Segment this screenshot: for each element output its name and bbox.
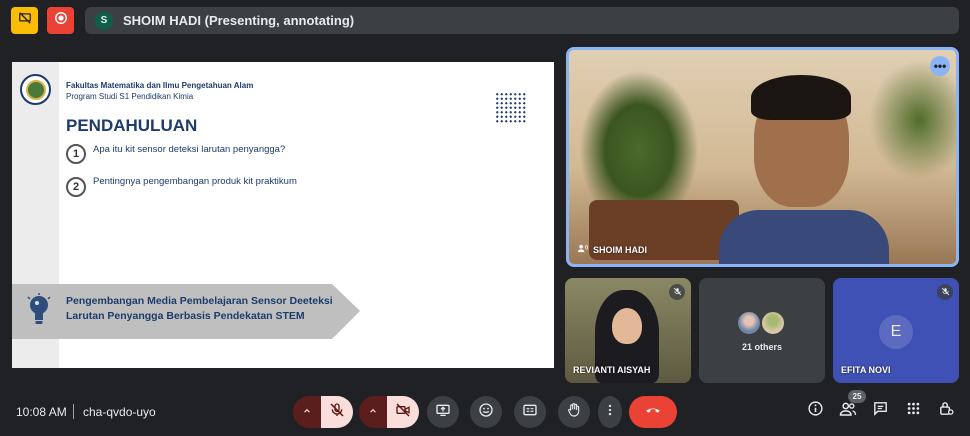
present-screen-button[interactable]	[427, 396, 459, 428]
people-icon	[839, 400, 857, 423]
slide-title: PENDAHULUAN	[66, 116, 198, 135]
banner-line-1: Pengembangan Media Pembelajaran Sensor D…	[66, 295, 333, 307]
camera-off-icon	[395, 402, 411, 423]
more-options-button[interactable]	[598, 396, 622, 428]
chevron-up-icon	[368, 403, 378, 421]
point-number: 2	[66, 177, 86, 197]
info-icon	[807, 400, 824, 422]
mic-off-icon	[941, 283, 950, 301]
present-screen-icon	[435, 402, 451, 423]
muted-indicator	[669, 284, 685, 300]
speaker-video-tile[interactable]: ••• SHOIM HADI	[566, 47, 959, 267]
captions-icon	[522, 402, 538, 423]
speaker-name: SHOIM HADI	[593, 244, 647, 255]
meeting-time: 10:08 AM	[16, 405, 67, 419]
video-options-button[interactable]	[359, 396, 387, 428]
record-icon	[54, 11, 68, 30]
raise-hand-icon	[566, 402, 582, 423]
chat-icon	[872, 400, 889, 422]
presenting-status-text: SHOIM HADI (Presenting, annotating)	[123, 13, 355, 28]
banner-line-2: Larutan Penyangga Berbasis Pendekatan ST…	[66, 310, 305, 322]
slide-point: Apa itu kit sensor deteksi larutan penya…	[93, 144, 286, 155]
participant-tile[interactable]: E EFITA NOVI	[833, 278, 959, 383]
meeting-code: cha-qvdo-uyo	[83, 405, 156, 419]
participant-tile[interactable]: REVIANTI AISYAH	[565, 278, 691, 383]
others-avatars	[736, 310, 786, 336]
speaker-figure	[719, 70, 889, 264]
camera-toggle-button[interactable]	[387, 396, 419, 428]
participant-face	[612, 308, 642, 344]
participant-name: EFITA NOVI	[841, 365, 891, 375]
speaking-icon	[577, 243, 588, 256]
end-call-button[interactable]	[629, 396, 677, 428]
raise-hand-button[interactable]	[558, 396, 590, 428]
avatar	[760, 310, 786, 336]
mic-off-icon	[329, 402, 345, 423]
emoji-icon	[478, 402, 494, 423]
chevron-up-icon	[302, 403, 312, 421]
avatar	[736, 310, 762, 336]
participant-name: REVIANTI AISYAH	[573, 365, 651, 375]
others-count-text: 21 others	[741, 342, 783, 352]
meeting-details-button[interactable]	[806, 400, 824, 422]
end-call-icon	[644, 401, 662, 424]
activities-icon	[906, 401, 921, 421]
banner-text: Pengembangan Media Pembelajaran Sensor D…	[66, 294, 356, 324]
muted-indicator	[937, 284, 953, 300]
divider	[73, 404, 74, 419]
slide-point: Pentingnya pengembangan produk kit prakt…	[93, 176, 297, 187]
reactions-button[interactable]	[470, 396, 502, 428]
present-icon	[18, 11, 32, 30]
audio-options-button[interactable]	[293, 396, 321, 428]
captions-button[interactable]	[514, 396, 546, 428]
presentation-slide: Fakultas Matematika dan Ilmu Pengetahuan…	[12, 62, 554, 368]
slide-faculty: Fakultas Matematika dan Ilmu Pengetahuan…	[66, 81, 254, 90]
presenter-avatar: S	[95, 11, 113, 30]
avatar: E	[879, 315, 913, 349]
more-horizontal-icon: •••	[933, 59, 947, 73]
university-logo	[20, 74, 51, 105]
host-controls-button[interactable]	[937, 402, 955, 420]
slide-program: Program Studi S1 Pendidikan Kimia	[66, 92, 194, 101]
people-button[interactable]	[839, 402, 857, 420]
more-options-icon	[603, 402, 617, 423]
host-controls-icon	[938, 400, 955, 422]
others-tile[interactable]: 21 others	[699, 278, 825, 383]
recording-button[interactable]	[47, 7, 74, 34]
lightbulb-icon	[22, 291, 56, 331]
chat-button[interactable]	[871, 402, 889, 420]
presentation-status-button[interactable]	[11, 7, 38, 34]
activities-button[interactable]	[904, 402, 922, 420]
microphone-toggle-button[interactable]	[321, 396, 353, 428]
speaker-label: SHOIM HADI	[577, 243, 647, 256]
presenting-banner: S SHOIM HADI (Presenting, annotating)	[85, 7, 959, 34]
mic-off-icon	[673, 283, 682, 301]
decorative-dots	[495, 92, 527, 124]
tile-more-options-button[interactable]: •••	[930, 56, 950, 76]
point-number: 1	[66, 144, 86, 164]
